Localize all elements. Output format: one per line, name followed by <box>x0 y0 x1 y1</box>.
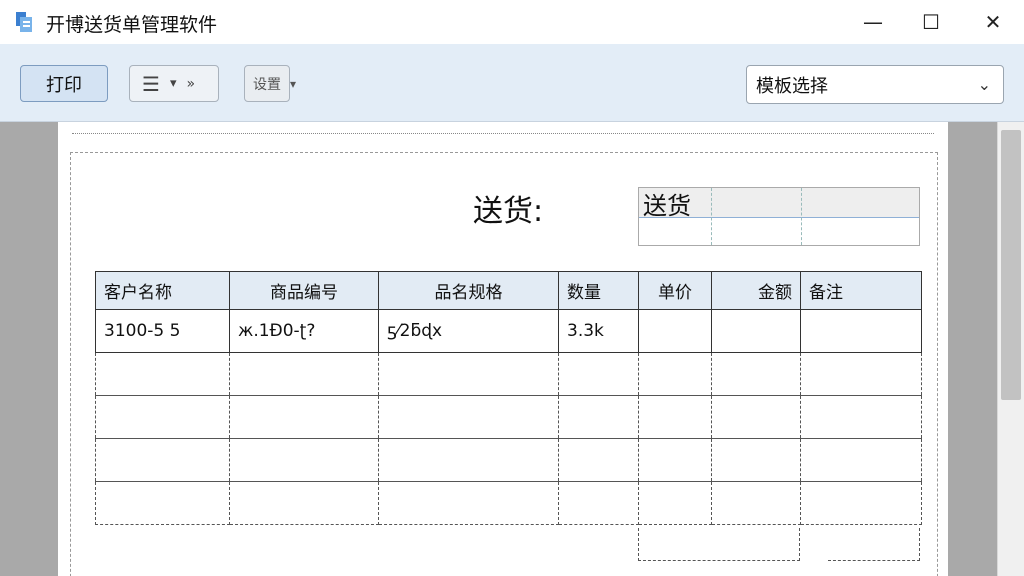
table-row <box>95 352 922 396</box>
table-row <box>95 438 922 482</box>
column-header: 商品编号 <box>229 271 379 310</box>
table-cell[interactable] <box>638 481 712 525</box>
table-cell[interactable]: ƽ⁄2ƃɖх <box>378 309 559 353</box>
table-cell[interactable]: 3100-5 5 <box>95 309 230 353</box>
maximize-button[interactable]: ☐ <box>900 0 962 44</box>
table-header-row: 客户名称 商品编号 品名规格 数量 单价 金额 备注 <box>95 271 922 310</box>
table-cell[interactable]: 3.3k <box>558 309 639 353</box>
settings-caret-icon[interactable]: ▾ <box>290 77 296 91</box>
app-logo-icon <box>16 12 32 32</box>
document-heading: 送货: <box>473 194 544 229</box>
close-button[interactable]: ✕ <box>962 0 1024 44</box>
table-cell[interactable] <box>229 438 379 482</box>
table-cell[interactable] <box>800 481 922 525</box>
table-cell[interactable] <box>378 395 559 439</box>
table-cell[interactable] <box>711 438 801 482</box>
table-cell[interactable] <box>229 352 379 396</box>
table-row: 3100-5 5 ж.1Ð0-ʈ? ƽ⁄2ƃɖх 3.3k <box>95 309 922 353</box>
table-cell[interactable] <box>558 481 639 525</box>
settings-button[interactable]: 设置 <box>244 65 290 102</box>
table-cell[interactable] <box>95 352 230 396</box>
template-select-value: 模板选择 <box>756 75 828 97</box>
table-cell[interactable]: ж.1Ð0-ʈ? <box>229 309 379 353</box>
delivery-table: 客户名称 商品编号 品名规格 数量 单价 金额 备注 3100-5 5 ж.1Ð… <box>95 271 922 525</box>
page-ruler <box>72 128 934 134</box>
toolbar: 打印 ☰ ▾ » 设置 ▾ 模板选择 ⌄ <box>0 44 1024 122</box>
table-cell[interactable] <box>95 481 230 525</box>
footer-field-guide <box>828 528 920 561</box>
column-header: 客户名称 <box>95 271 230 310</box>
table-cell[interactable] <box>558 395 639 439</box>
table-cell[interactable] <box>558 352 639 396</box>
column-header: 单价 <box>638 271 712 310</box>
table-row <box>95 395 922 439</box>
table-cell[interactable] <box>800 438 922 482</box>
table-cell[interactable] <box>378 481 559 525</box>
print-button[interactable]: 打印 <box>20 65 108 102</box>
table-cell[interactable] <box>95 395 230 439</box>
vertical-scrollbar[interactable] <box>997 122 1024 576</box>
menu-button[interactable]: ☰ ▾ » <box>129 65 219 102</box>
table-cell[interactable] <box>711 309 801 353</box>
scrollbar-thumb[interactable] <box>1001 130 1021 400</box>
column-header: 数量 <box>558 271 639 310</box>
paper-page: 送货: 送货 客户名称 商品编号 品名规格 数量 单价 金额 备注 3100-5… <box>58 122 948 576</box>
table-cell[interactable] <box>378 438 559 482</box>
column-header: 备注 <box>800 271 922 310</box>
header-field-value: 送货 <box>643 192 691 220</box>
table-cell[interactable] <box>711 481 801 525</box>
table-cell[interactable] <box>800 352 922 396</box>
minimize-button[interactable]: — <box>842 0 904 44</box>
table-row <box>95 481 922 525</box>
template-select[interactable]: 模板选择 ⌄ <box>746 65 1004 104</box>
table-cell[interactable] <box>229 395 379 439</box>
table-cell[interactable] <box>638 309 712 353</box>
chevron-down-icon: ⌄ <box>977 75 991 94</box>
window-title: 开博送货单管理软件 <box>46 14 218 36</box>
table-cell[interactable] <box>800 309 922 353</box>
table-cell[interactable] <box>800 395 922 439</box>
title-bar: 开博送货单管理软件 — ☐ ✕ <box>0 0 1024 44</box>
table-cell[interactable] <box>638 438 712 482</box>
table-cell[interactable] <box>95 438 230 482</box>
column-header: 金额 <box>711 271 801 310</box>
table-cell[interactable] <box>638 395 712 439</box>
table-cell[interactable] <box>558 438 639 482</box>
table-cell[interactable] <box>378 352 559 396</box>
footer-field-guide <box>638 528 800 561</box>
double-chevron-icon: » <box>186 75 196 92</box>
table-cell[interactable] <box>229 481 379 525</box>
header-field-box[interactable]: 送货 <box>638 187 920 246</box>
chevron-down-icon: ▾ <box>169 76 177 91</box>
preview-workspace: 送货: 送货 客户名称 商品编号 品名规格 数量 单价 金额 备注 3100-5… <box>0 122 1024 576</box>
table-cell[interactable] <box>638 352 712 396</box>
table-cell[interactable] <box>711 352 801 396</box>
column-header: 品名规格 <box>378 271 559 310</box>
hamburger-icon: ☰ <box>142 71 160 96</box>
table-cell[interactable] <box>711 395 801 439</box>
